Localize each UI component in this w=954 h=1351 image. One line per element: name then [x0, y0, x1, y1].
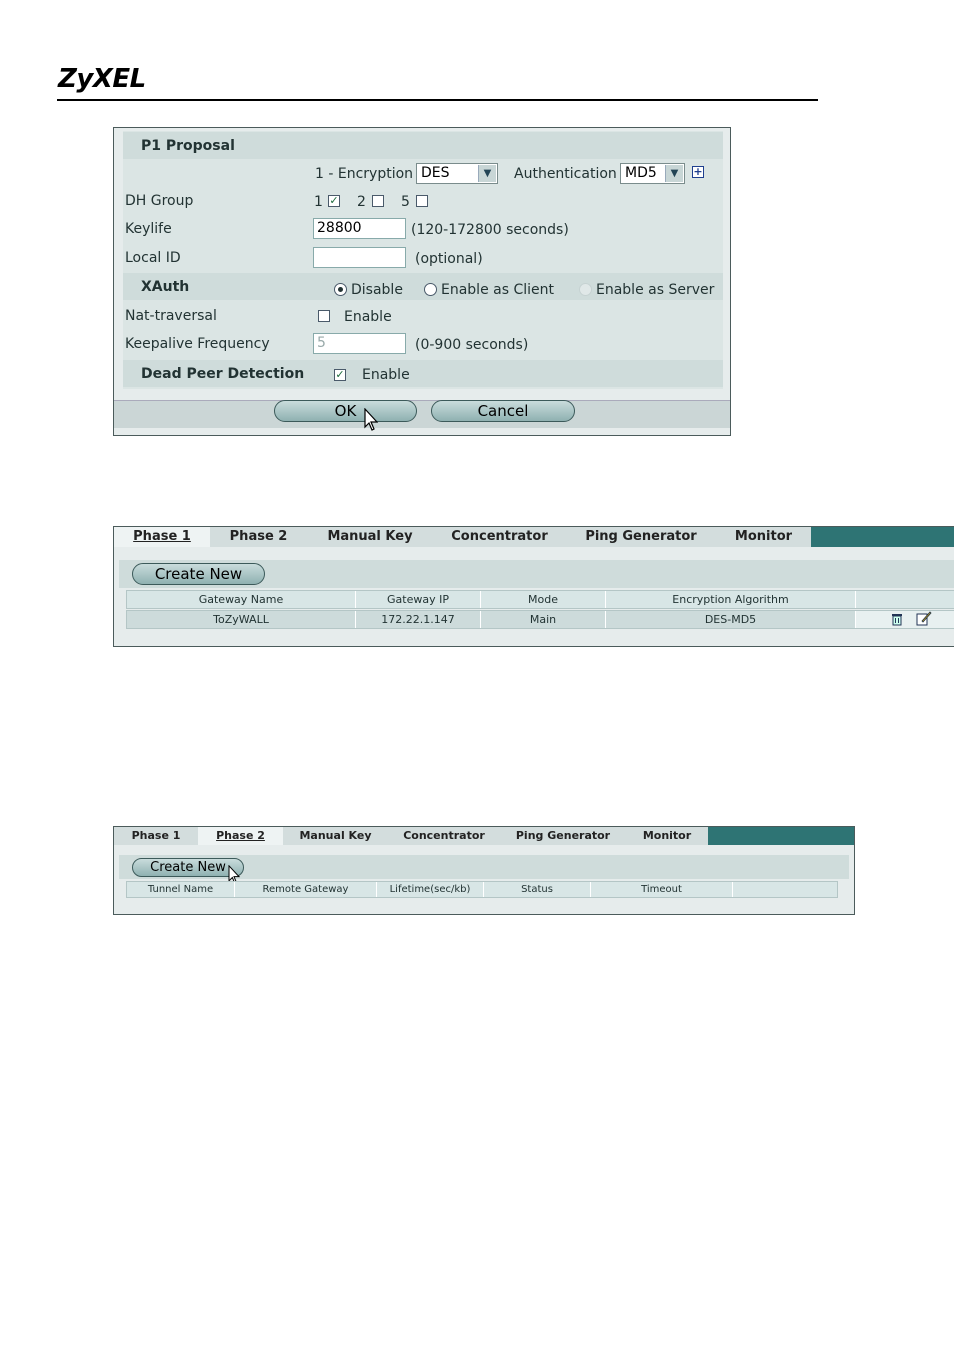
col-status: Status	[484, 882, 591, 897]
table-row[interactable]: ToZyWALL 172.22.1.147 Main DES-MD5	[126, 610, 954, 629]
tab-ping-generator[interactable]: Ping Generator	[566, 527, 716, 547]
tab-monitor[interactable]: Monitor	[626, 827, 708, 845]
row-encryption-algorithm: DES-MD5	[606, 611, 856, 628]
p3-table-header: Tunnel Name Remote Gateway Lifetime(sec/…	[126, 881, 838, 898]
xauth-server-label: Enable as Server	[596, 282, 715, 298]
col-mode: Mode	[481, 591, 606, 608]
dpd-enable-label: Enable	[362, 367, 410, 383]
dh-option-5-checkbox[interactable]	[416, 195, 428, 207]
col-gateway-ip: Gateway IP	[356, 591, 481, 608]
p1-button-bar	[114, 400, 730, 428]
xauth-server-radio[interactable]	[579, 283, 592, 296]
encryption-value: DES	[421, 165, 450, 181]
col-timeout: Timeout	[591, 882, 733, 897]
keylife-label: Keylife	[125, 221, 172, 237]
keepalive-label: Keepalive Frequency	[125, 336, 270, 352]
xauth-client-radio[interactable]	[424, 283, 437, 296]
xauth-disable-label: Disable	[351, 282, 403, 298]
xauth-disable-radio[interactable]	[334, 283, 347, 296]
cursor-icon	[364, 408, 378, 432]
nat-traversal-label: Nat-traversal	[125, 308, 217, 324]
ok-button[interactable]: OK	[274, 400, 417, 422]
nat-traversal-checkbox[interactable]	[318, 310, 330, 322]
dh-option-1-checkbox[interactable]: ✓	[328, 195, 340, 207]
local-id-input[interactable]	[313, 247, 406, 268]
row-actions	[856, 611, 954, 628]
phase2-list-panel: Phase 1 Phase 2 Manual Key Concentrator …	[113, 826, 855, 915]
xauth-label: XAuth	[141, 279, 190, 295]
dpd-label: Dead Peer Detection	[141, 366, 305, 382]
encryption-select[interactable]: DES ▼	[416, 163, 498, 184]
p1-section-title: P1 Proposal	[141, 138, 235, 154]
tab-ping-generator[interactable]: Ping Generator	[500, 827, 626, 845]
dh-option-5-label: 5	[401, 194, 410, 210]
row-gateway-ip: 172.22.1.147	[356, 611, 481, 628]
phase1-list-panel: Phase 1 Phase 2 Manual Key Concentrator …	[113, 526, 954, 647]
tab-phase-2[interactable]: Phase 2	[210, 527, 307, 547]
col-remote-gateway: Remote Gateway	[235, 882, 377, 897]
authentication-select[interactable]: MD5 ▼	[620, 163, 685, 184]
keylife-input[interactable]: 28800	[313, 218, 406, 239]
nat-enable-label: Enable	[344, 309, 392, 325]
col-gateway-name: Gateway Name	[127, 591, 356, 608]
tab-phase-1[interactable]: Phase 1	[114, 527, 210, 547]
authentication-label: Authentication	[514, 166, 617, 182]
create-new-button[interactable]: Create New	[132, 563, 265, 585]
chevron-down-icon: ▼	[665, 165, 683, 182]
tab-monitor[interactable]: Monitor	[716, 527, 811, 547]
col-tunnel-name: Tunnel Name	[127, 882, 235, 897]
local-id-label: Local ID	[125, 250, 181, 266]
col-lifetime: Lifetime(sec/kb)	[377, 882, 484, 897]
chevron-down-icon: ▼	[478, 165, 496, 182]
tab-manual-key[interactable]: Manual Key	[307, 527, 433, 547]
dh-option-1-label: 1	[314, 194, 323, 210]
dh-group-label: DH Group	[125, 193, 194, 209]
edit-icon[interactable]	[916, 610, 932, 626]
dpd-checkbox[interactable]: ✓	[334, 369, 346, 381]
keylife-hint: (120-172800 seconds)	[411, 222, 569, 238]
tab-phase-2[interactable]: Phase 2	[198, 827, 283, 845]
keepalive-hint: (0-900 seconds)	[415, 337, 529, 353]
cancel-button[interactable]: Cancel	[431, 400, 575, 422]
p1-proposal-panel: P1 Proposal 1 - Encryption DES ▼ Authent…	[113, 127, 731, 436]
row-mode: Main	[481, 611, 606, 628]
dh-option-2-label: 2	[357, 194, 366, 210]
tab-phase-1[interactable]: Phase 1	[114, 827, 198, 845]
encryption-label: 1 - Encryption	[315, 166, 414, 182]
row-gateway-name: ToZyWALL	[127, 611, 356, 628]
p1-section-header: P1 Proposal	[123, 132, 723, 159]
header-rule	[57, 99, 818, 101]
tab-manual-key[interactable]: Manual Key	[283, 827, 388, 845]
trash-icon[interactable]	[890, 612, 904, 626]
authentication-value: MD5	[625, 165, 657, 181]
dh-option-2-checkbox[interactable]	[372, 195, 384, 207]
keepalive-input[interactable]: 5	[313, 333, 406, 354]
col-encryption-algorithm: Encryption Algorithm	[606, 591, 856, 608]
local-id-hint: (optional)	[415, 251, 483, 267]
xauth-client-label: Enable as Client	[441, 282, 554, 298]
tab-concentrator[interactable]: Concentrator	[433, 527, 566, 547]
add-icon[interactable]: +	[692, 166, 704, 178]
zyxel-logo: ZyXEL	[58, 64, 146, 94]
tab-concentrator[interactable]: Concentrator	[388, 827, 500, 845]
p2-table-header: Gateway Name Gateway IP Mode Encryption …	[126, 590, 954, 609]
dpd-row: Dead Peer Detection	[123, 360, 723, 387]
